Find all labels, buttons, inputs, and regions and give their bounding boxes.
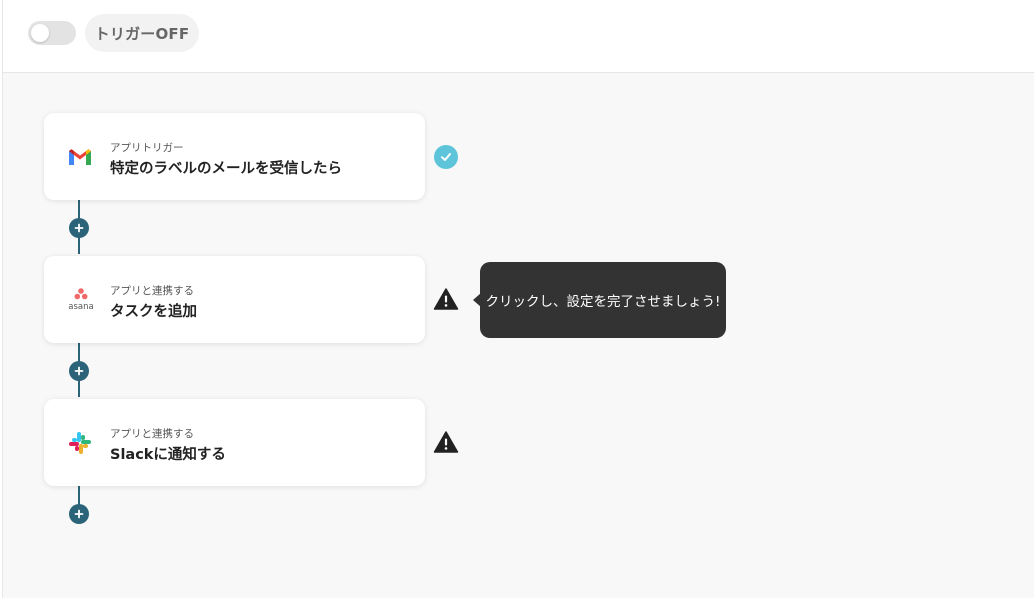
warning-icon <box>433 287 459 311</box>
flow-step-card-asana[interactable]: asana アプリと連携する タスクを追加 <box>44 256 425 343</box>
step-kind-label: アプリトリガー <box>110 142 184 154</box>
add-step-button[interactable] <box>69 218 89 238</box>
flow-step-card-slack[interactable]: アプリと連携する Slackに通知する <box>44 399 425 486</box>
trigger-toggle[interactable] <box>28 21 76 45</box>
warning-icon <box>433 430 459 454</box>
asana-icon: asana <box>66 286 94 314</box>
tooltip-text: クリックし、設定を完了させましょう! <box>485 294 721 310</box>
add-step-button[interactable] <box>69 504 89 524</box>
flow-canvas: アプリトリガー 特定のラベルのメールを受信したら asana アプリと連携する … <box>3 73 1034 598</box>
plus-icon <box>74 509 84 519</box>
svg-text:asana: asana <box>68 302 93 312</box>
check-circle-icon <box>434 145 458 169</box>
step-title: Slackに通知する <box>110 447 226 463</box>
header-bar: トリガーOFF <box>3 0 1034 73</box>
step-kind-label: アプリと連携する <box>110 285 194 297</box>
add-step-button[interactable] <box>69 361 89 381</box>
tooltip-arrow <box>473 293 481 307</box>
step-title: タスクを追加 <box>110 304 197 320</box>
plus-icon <box>74 366 84 376</box>
step-kind-label: アプリと連携する <box>110 428 194 440</box>
plus-icon <box>74 223 84 233</box>
flow-step-card-trigger[interactable]: アプリトリガー 特定のラベルのメールを受信したら <box>44 113 425 200</box>
step-title: 特定のラベルのメールを受信したら <box>110 161 342 177</box>
setup-hint-tooltip: クリックし、設定を完了させましょう! <box>473 262 726 338</box>
trigger-status-label: トリガーOFF <box>85 14 199 52</box>
slack-icon <box>66 429 94 457</box>
gmail-icon <box>66 143 94 171</box>
flow-editor: トリガーOFF アプリトリガー 特定のラベルのメールを受信したら asana ア… <box>2 0 1034 598</box>
toggle-knob <box>31 24 49 42</box>
